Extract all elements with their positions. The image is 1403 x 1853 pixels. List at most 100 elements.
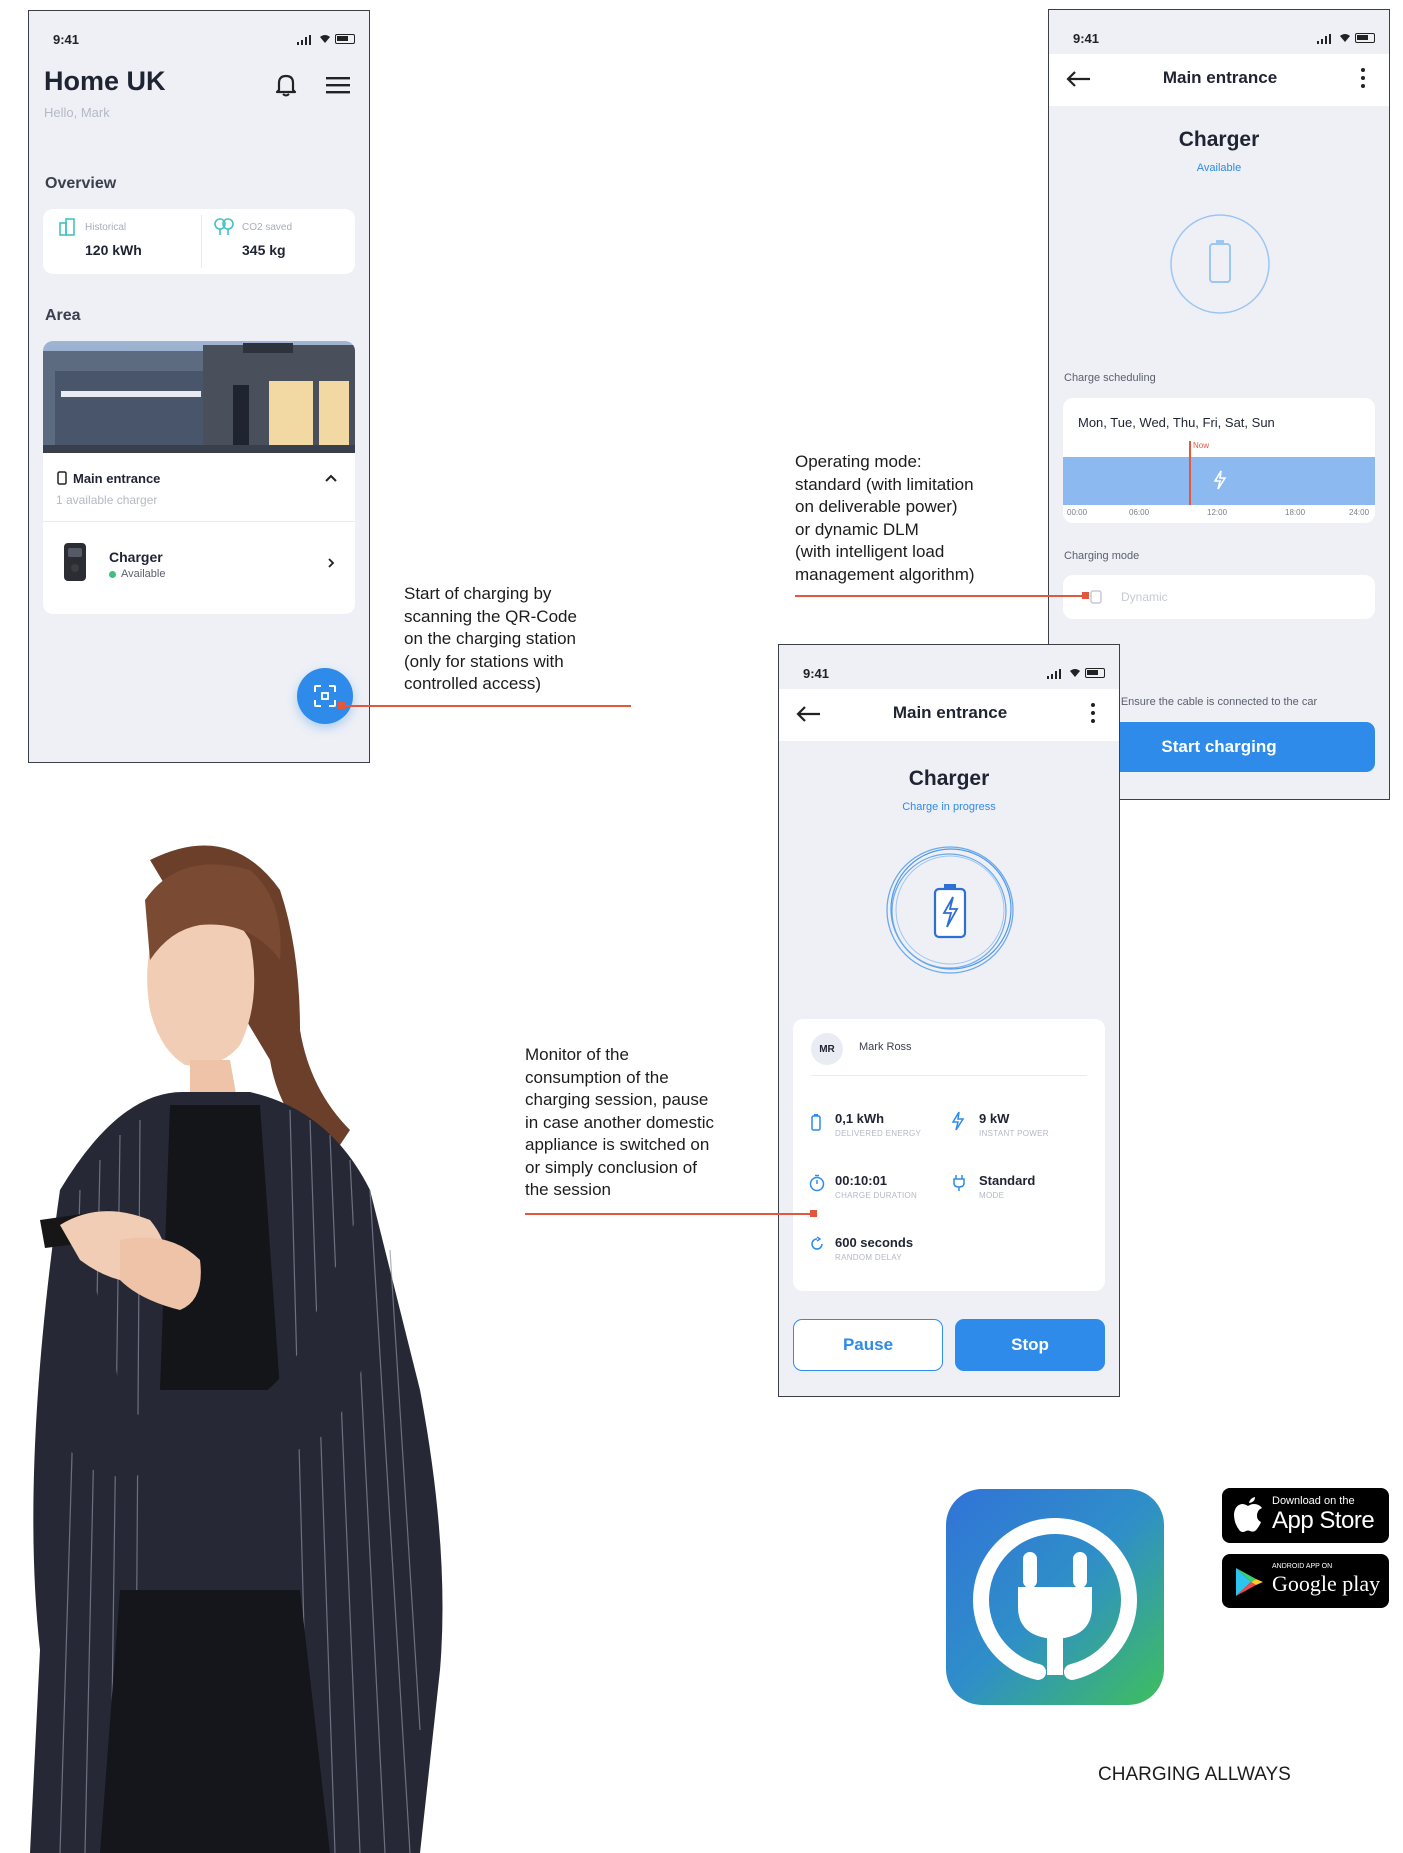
more-options-icon[interactable] — [1360, 66, 1366, 90]
annotation-monitor-connector — [525, 1213, 815, 1215]
wifi-icon — [1340, 34, 1350, 42]
charger-title: Charger — [908, 767, 990, 790]
page-title: Home UK — [44, 66, 166, 96]
woman-with-phone-photo — [30, 845, 443, 1853]
annotation-line: Start of charging by — [404, 584, 552, 603]
area-heading: Area — [45, 307, 81, 324]
annotation-line: in case another domestic — [525, 1112, 714, 1132]
system-icons — [297, 33, 359, 45]
menu-icon[interactable] — [326, 76, 350, 94]
app-store-badge[interactable]: Download on the App Store — [1222, 1488, 1389, 1543]
energy-label: DELIVERED ENERGY — [835, 1129, 922, 1138]
google-play-badge[interactable]: ANDROID APP ON Google play — [1222, 1554, 1389, 1608]
overview-divider — [201, 215, 202, 268]
historical-value: 120 kWh — [85, 242, 142, 258]
area-card: Main entrance 1 available charger Charge… — [43, 341, 355, 614]
battery-icon — [335, 34, 355, 44]
progress-screen: 9:41 Main entrance Charger Charge in pro… — [778, 644, 1120, 1397]
time-tick: 12:00 — [1207, 508, 1228, 517]
delay-label: RANDOM DELAY — [835, 1253, 903, 1262]
app-store-top-text: Download on the — [1272, 1495, 1355, 1507]
nav-bar: Main entrance — [1049, 54, 1389, 106]
charger-device-icon — [64, 543, 86, 581]
annotation-line: Monitor of the — [525, 1045, 629, 1064]
google-play-top-text: ANDROID APP ON — [1272, 1563, 1333, 1570]
signal-icon — [1317, 34, 1331, 44]
schedule-card[interactable]: Mon, Tue, Wed, Thu, Fri, Sat, Sun Now 00… — [1063, 398, 1375, 523]
charger-title: Charger — [1178, 128, 1260, 151]
home-screen: 9:41 Home UK Hello, Mark Overview Histor… — [28, 10, 370, 763]
qr-scan-button[interactable] — [297, 668, 353, 724]
user-divider — [811, 1075, 1087, 1076]
phone-small-icon — [57, 471, 67, 485]
annotation-mode-dot — [1082, 592, 1089, 599]
mode-label: Charging mode — [1064, 550, 1140, 562]
mode-select[interactable]: Dynamic — [1063, 575, 1375, 619]
lightning-icon — [1213, 470, 1227, 490]
nav-bar: Main entrance — [779, 689, 1119, 741]
bell-icon[interactable] — [275, 73, 297, 97]
annotation-mode-connector — [795, 595, 1086, 597]
annotation-line: on deliverable power) — [795, 497, 958, 516]
system-icons — [1047, 667, 1109, 679]
house-photo — [43, 341, 355, 453]
duration-label: CHARGE DURATION — [835, 1191, 918, 1200]
annotation-line: on the charging station — [404, 629, 577, 648]
status-bar: 9:41 — [779, 645, 1119, 689]
time-tick: 18:00 — [1285, 508, 1306, 517]
signal-icon — [1047, 669, 1061, 679]
mode-icon — [1090, 590, 1102, 604]
battery-icon — [1085, 668, 1105, 678]
now-label: Now — [1193, 441, 1210, 450]
tagline: CHARGING ALLWAYS — [1098, 1764, 1291, 1785]
wifi-icon — [1070, 669, 1080, 677]
charger-list-item[interactable]: Charger Available — [43, 522, 355, 614]
tree-icon — [214, 218, 234, 235]
plug-icon — [953, 1175, 965, 1191]
co2-value: 345 kg — [242, 242, 286, 258]
qr-scan-icon — [314, 685, 336, 707]
mode-value: Dynamic — [1121, 590, 1168, 604]
duration-value: 00:10:01 — [835, 1173, 888, 1188]
charger-status: Available — [1196, 162, 1242, 174]
more-options-icon[interactable] — [1090, 701, 1096, 725]
pause-button[interactable]: Pause — [793, 1319, 943, 1371]
location-name: Main entrance — [73, 471, 161, 486]
status-time: 9:41 — [803, 666, 830, 681]
nav-title: Main entrance — [1162, 68, 1278, 87]
app-logo-icon — [946, 1489, 1164, 1705]
co2-label: CO2 saved — [242, 222, 293, 233]
battery-icon — [1355, 33, 1375, 43]
power-value: 9 kW — [979, 1111, 1010, 1126]
chevron-up-icon[interactable] — [324, 474, 338, 483]
chevron-right-icon — [328, 558, 335, 568]
annotation-mode: Operating mode: standard (with limitatio… — [795, 451, 975, 586]
annotation-line: Operating mode: — [795, 452, 922, 471]
overview-card: Historical 120 kWh CO2 saved 345 kg — [43, 209, 355, 274]
status-time: 9:41 — [1073, 31, 1100, 46]
delay-value: 600 seconds — [835, 1235, 914, 1250]
time-tick: 24:00 — [1349, 508, 1370, 517]
overview-heading: Overview — [45, 175, 117, 192]
stop-button[interactable]: Stop — [955, 1319, 1105, 1371]
annotation-qr: Start of charging by scanning the QR-Cod… — [404, 583, 577, 696]
annotation-line: standard (with limitation — [795, 474, 974, 494]
historical-label: Historical — [85, 222, 127, 233]
now-marker — [1189, 441, 1191, 505]
annotation-line: management algorithm) — [795, 564, 975, 584]
time-tick: 06:00 — [1129, 508, 1150, 517]
google-play-main-text: Google play — [1272, 1571, 1381, 1596]
schedule-days: Mon, Tue, Wed, Thu, Fri, Sat, Sun — [1078, 415, 1275, 430]
status-bar: 9:41 — [1049, 10, 1389, 54]
status-bar: 9:41 — [29, 11, 369, 55]
annotation-line: or dynamic DLM — [795, 519, 919, 539]
app-store-main-text: App Store — [1272, 1507, 1375, 1534]
charger-status: Charge in progress — [902, 801, 996, 813]
energy-icon — [811, 1114, 821, 1131]
session-card: MR Mark Ross 0,1 kWh DELIVERED ENERGY 9 … — [793, 1019, 1105, 1291]
annotation-line: consumption of the — [525, 1067, 669, 1087]
annotation-line: charging session, pause — [525, 1090, 709, 1109]
annotation-line: (only for stations with — [404, 651, 564, 671]
mode-label: MODE — [979, 1191, 1005, 1200]
signal-icon — [297, 35, 311, 45]
